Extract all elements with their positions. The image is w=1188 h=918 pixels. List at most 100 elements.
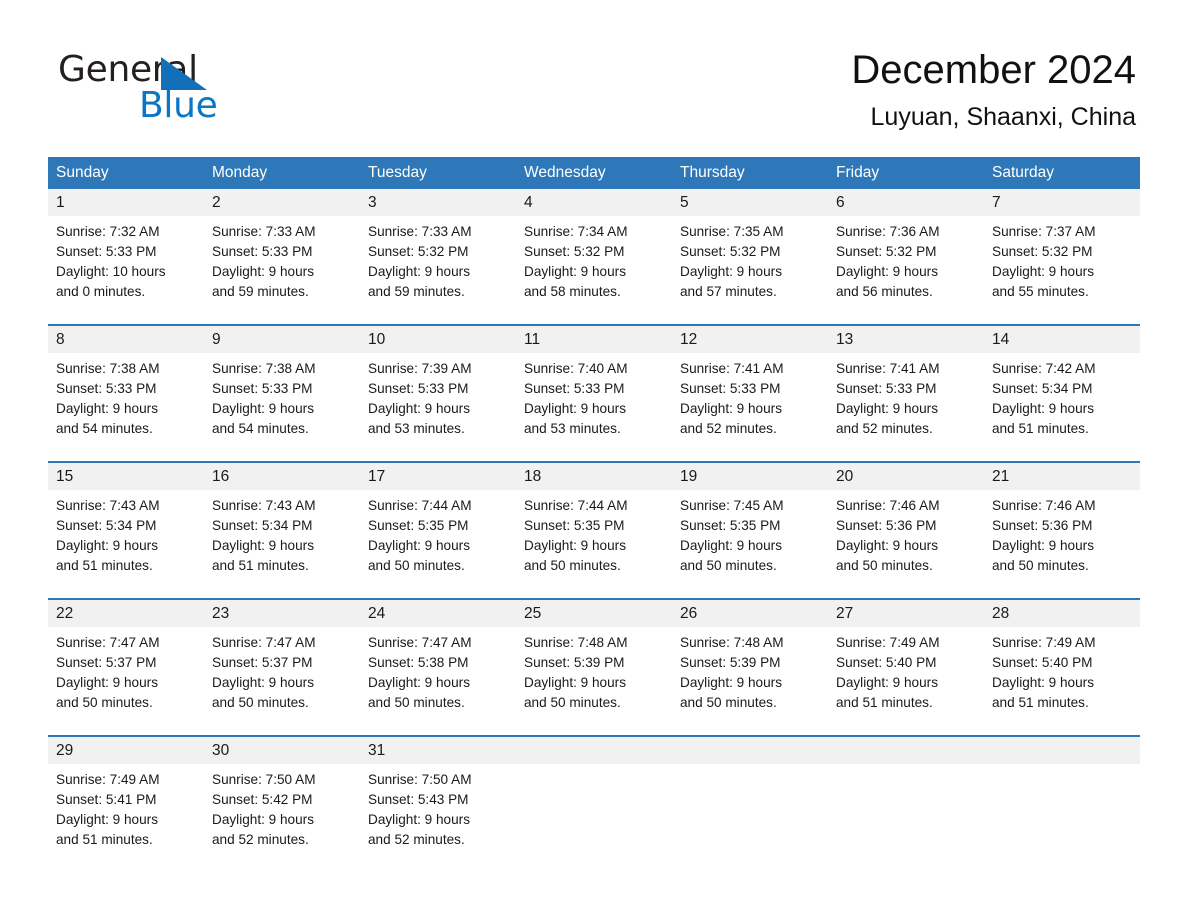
calendar-day-cell[interactable]: 25 Sunrise: 7:48 AM Sunset: 5:39 PM Dayligh… bbox=[516, 600, 672, 726]
day-detail-line: Sunset: 5:32 PM bbox=[368, 244, 469, 259]
location-subtitle: Luyuan, Shaanxi, China bbox=[870, 103, 1136, 131]
calendar-day-cell[interactable]: 3 Sunrise: 7:33 AM Sunset: 5:32 PM Daylight… bbox=[360, 189, 516, 315]
day-detail-line: Sunrise: 7:49 AM bbox=[56, 772, 160, 787]
day-details: Sunrise: 7:43 AM Sunset: 5:34 PM Daylight:… bbox=[48, 490, 204, 589]
weekday-header-wednesday: Wednesday bbox=[524, 164, 606, 181]
calendar-day-cell[interactable]: 31 Sunrise: 7:50 AM Sunset: 5:43 PM Dayligh… bbox=[360, 737, 516, 863]
day-detail-line: Sunset: 5:34 PM bbox=[56, 518, 157, 533]
calendar-day-cell[interactable]: 26 Sunrise: 7:48 AM Sunset: 5:39 PM Dayligh… bbox=[672, 600, 828, 726]
day-detail-line: Sunset: 5:34 PM bbox=[992, 381, 1093, 396]
day-detail-line: Daylight: 9 hours bbox=[680, 675, 783, 690]
day-detail-line: Daylight: 9 hours bbox=[56, 675, 159, 690]
calendar-day-cell[interactable]: 20 Sunrise: 7:46 AM Sunset: 5:36 PM Dayligh… bbox=[828, 463, 984, 589]
day-details: Sunrise: 7:46 AM Sunset: 5:36 PM Daylight:… bbox=[828, 490, 984, 589]
day-detail-line: Daylight: 9 hours bbox=[524, 264, 627, 279]
weekday-header-row: Sunday Monday Tuesday Wednesday Thursday Frid… bbox=[48, 157, 1140, 189]
day-number: 21 bbox=[984, 463, 1140, 490]
calendar-day-cell[interactable]: 17 Sunrise: 7:44 AM Sunset: 5:35 PM Dayligh… bbox=[360, 463, 516, 589]
day-detail-line: Sunrise: 7:38 AM bbox=[56, 361, 160, 376]
day-number: 31 bbox=[360, 737, 516, 764]
day-detail-line: Sunset: 5:42 PM bbox=[212, 792, 313, 807]
day-detail-line: and 50 minutes. bbox=[836, 558, 933, 573]
day-detail-line: Sunrise: 7:48 AM bbox=[524, 635, 628, 650]
day-detail-line: Daylight: 9 hours bbox=[836, 401, 939, 416]
calendar-day-cell[interactable]: 13 Sunrise: 7:41 AM Sunset: 5:33 PM Dayligh… bbox=[828, 326, 984, 452]
calendar-day-cell[interactable]: 6 Sunrise: 7:36 AM Sunset: 5:32 PM Daylight… bbox=[828, 189, 984, 315]
day-detail-line: Daylight: 9 hours bbox=[992, 401, 1095, 416]
day-number: 12 bbox=[672, 326, 828, 353]
day-details: Sunrise: 7:34 AM Sunset: 5:32 PM Daylight:… bbox=[516, 216, 672, 315]
calendar-day-cell[interactable]: 5 Sunrise: 7:35 AM Sunset: 5:32 PM Daylight… bbox=[672, 189, 828, 315]
day-number bbox=[672, 737, 828, 764]
calendar-cell-empty bbox=[672, 737, 828, 863]
calendar-day-cell[interactable]: 9 Sunrise: 7:38 AM Sunset: 5:33 PM Daylight… bbox=[204, 326, 360, 452]
day-number: 26 bbox=[672, 600, 828, 627]
calendar-day-cell[interactable]: 2 Sunrise: 7:33 AM Sunset: 5:33 PM Daylight… bbox=[204, 189, 360, 315]
calendar-cell-empty bbox=[516, 737, 672, 863]
calendar-day-cell[interactable]: 18 Sunrise: 7:44 AM Sunset: 5:35 PM Dayligh… bbox=[516, 463, 672, 589]
day-detail-line: and 52 minutes. bbox=[368, 832, 465, 847]
calendar-day-cell[interactable]: 30 Sunrise: 7:50 AM Sunset: 5:42 PM Dayligh… bbox=[204, 737, 360, 863]
day-details: Sunrise: 7:44 AM Sunset: 5:35 PM Daylight:… bbox=[360, 490, 516, 589]
calendar-day-cell[interactable]: 24 Sunrise: 7:47 AM Sunset: 5:38 PM Dayligh… bbox=[360, 600, 516, 726]
day-detail-line: and 51 minutes. bbox=[836, 695, 933, 710]
day-detail-line: Sunrise: 7:47 AM bbox=[56, 635, 160, 650]
day-number: 9 bbox=[204, 326, 360, 353]
calendar-day-cell[interactable]: 14 Sunrise: 7:42 AM Sunset: 5:34 PM Dayligh… bbox=[984, 326, 1140, 452]
generalblue-logo[interactable]: General Blue bbox=[58, 44, 258, 124]
calendar-day-cell[interactable]: 1 Sunrise: 7:32 AM Sunset: 5:33 PM Daylight… bbox=[48, 189, 204, 315]
day-details: Sunrise: 7:48 AM Sunset: 5:39 PM Daylight:… bbox=[672, 627, 828, 726]
day-detail-line: Daylight: 9 hours bbox=[368, 401, 471, 416]
calendar-day-cell[interactable]: 23 Sunrise: 7:47 AM Sunset: 5:37 PM Dayligh… bbox=[204, 600, 360, 726]
calendar-day-cell[interactable]: 8 Sunrise: 7:38 AM Sunset: 5:33 PM Daylight… bbox=[48, 326, 204, 452]
day-details: Sunrise: 7:42 AM Sunset: 5:34 PM Daylight:… bbox=[984, 353, 1140, 452]
day-details bbox=[516, 764, 672, 863]
weekday-header-tuesday: Tuesday bbox=[368, 164, 427, 181]
calendar-cell-empty bbox=[828, 737, 984, 863]
day-detail-line: Sunset: 5:36 PM bbox=[836, 518, 937, 533]
day-detail-line: and 50 minutes. bbox=[212, 695, 309, 710]
day-details: Sunrise: 7:32 AM Sunset: 5:33 PM Daylight:… bbox=[48, 216, 204, 315]
day-detail-line: Sunset: 5:43 PM bbox=[368, 792, 469, 807]
day-detail-line: and 50 minutes. bbox=[992, 558, 1089, 573]
day-detail-line: Sunrise: 7:40 AM bbox=[524, 361, 628, 376]
day-detail-line: Sunrise: 7:32 AM bbox=[56, 224, 160, 239]
calendar-day-cell[interactable]: 16 Sunrise: 7:43 AM Sunset: 5:34 PM Dayligh… bbox=[204, 463, 360, 589]
day-detail-line: and 50 minutes. bbox=[368, 695, 465, 710]
day-detail-line: and 59 minutes. bbox=[368, 284, 465, 299]
day-detail-line: Daylight: 9 hours bbox=[368, 812, 471, 827]
day-detail-line: Sunrise: 7:33 AM bbox=[368, 224, 472, 239]
day-number: 8 bbox=[48, 326, 204, 353]
day-details: Sunrise: 7:48 AM Sunset: 5:39 PM Daylight:… bbox=[516, 627, 672, 726]
calendar-day-cell[interactable]: 22 Sunrise: 7:47 AM Sunset: 5:37 PM Dayligh… bbox=[48, 600, 204, 726]
day-details: Sunrise: 7:50 AM Sunset: 5:43 PM Daylight:… bbox=[360, 764, 516, 863]
day-details: Sunrise: 7:49 AM Sunset: 5:40 PM Daylight:… bbox=[984, 627, 1140, 726]
day-detail-line: Daylight: 9 hours bbox=[212, 264, 315, 279]
day-detail-line: Sunrise: 7:49 AM bbox=[992, 635, 1096, 650]
calendar-day-cell[interactable]: 27 Sunrise: 7:49 AM Sunset: 5:40 PM Dayligh… bbox=[828, 600, 984, 726]
calendar-day-cell[interactable]: 15 Sunrise: 7:43 AM Sunset: 5:34 PM Dayligh… bbox=[48, 463, 204, 589]
calendar-day-cell[interactable]: 7 Sunrise: 7:37 AM Sunset: 5:32 PM Daylight… bbox=[984, 189, 1140, 315]
day-detail-line: Daylight: 9 hours bbox=[524, 401, 627, 416]
page-header: General Blue December 2024 Luyuan, Shaan… bbox=[0, 0, 1188, 152]
day-number: 3 bbox=[360, 189, 516, 216]
day-detail-line: Sunrise: 7:47 AM bbox=[212, 635, 316, 650]
title-block: December 2024 Luyuan, Shaanxi, China bbox=[851, 44, 1136, 134]
calendar-day-cell[interactable]: 29 Sunrise: 7:49 AM Sunset: 5:41 PM Dayligh… bbox=[48, 737, 204, 863]
calendar-day-cell[interactable]: 11 Sunrise: 7:40 AM Sunset: 5:33 PM Dayligh… bbox=[516, 326, 672, 452]
day-detail-line: Sunset: 5:34 PM bbox=[212, 518, 313, 533]
calendar-day-cell[interactable]: 10 Sunrise: 7:39 AM Sunset: 5:33 PM Dayligh… bbox=[360, 326, 516, 452]
day-number: 24 bbox=[360, 600, 516, 627]
day-detail-line: Sunrise: 7:45 AM bbox=[680, 498, 784, 513]
calendar-day-cell[interactable]: 28 Sunrise: 7:49 AM Sunset: 5:40 PM Dayligh… bbox=[984, 600, 1140, 726]
calendar-page: General Blue December 2024 Luyuan, Shaan… bbox=[0, 0, 1188, 918]
calendar-day-cell[interactable]: 12 Sunrise: 7:41 AM Sunset: 5:33 PM Dayligh… bbox=[672, 326, 828, 452]
calendar-day-cell[interactable]: 19 Sunrise: 7:45 AM Sunset: 5:35 PM Dayligh… bbox=[672, 463, 828, 589]
day-detail-line: Sunrise: 7:36 AM bbox=[836, 224, 940, 239]
day-detail-line: Daylight: 10 hours bbox=[56, 264, 166, 279]
day-detail-line: Sunrise: 7:46 AM bbox=[992, 498, 1096, 513]
calendar-day-cell[interactable]: 21 Sunrise: 7:46 AM Sunset: 5:36 PM Dayligh… bbox=[984, 463, 1140, 589]
day-number: 29 bbox=[48, 737, 204, 764]
day-detail-line: Daylight: 9 hours bbox=[212, 812, 315, 827]
calendar-day-cell[interactable]: 4 Sunrise: 7:34 AM Sunset: 5:32 PM Daylight… bbox=[516, 189, 672, 315]
